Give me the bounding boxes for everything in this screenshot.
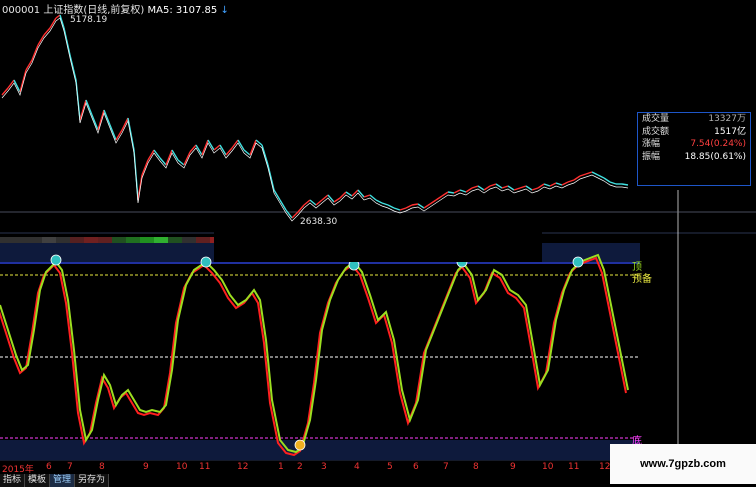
timeline-label: 1 bbox=[278, 462, 284, 472]
price-segment bbox=[411, 203, 419, 206]
chart-title: 000001 上证指数(日线,前复权) MA5: 3107.85 ↓ bbox=[2, 1, 229, 16]
oscillator-lines bbox=[0, 253, 629, 457]
timeline-label: 3 bbox=[321, 462, 327, 472]
oscillator-main-line bbox=[0, 253, 629, 454]
redacted-area bbox=[427, 0, 756, 112]
timeline-label: 10 bbox=[542, 462, 554, 472]
top-band-line bbox=[0, 262, 640, 264]
timeline-label: 8 bbox=[473, 462, 479, 472]
ma5-label: MA5: 3107.85 bbox=[147, 5, 218, 16]
redacted-area-2 bbox=[214, 224, 542, 262]
arrow-down-icon: ↓ bbox=[220, 5, 229, 16]
tab-indicator[interactable]: 指标 bbox=[0, 474, 26, 487]
timeline-label: 4 bbox=[354, 462, 360, 472]
price-segment bbox=[291, 211, 299, 219]
high-price-label: 5178.19 bbox=[70, 15, 108, 25]
timeline-label: 12 bbox=[237, 462, 249, 472]
timeline-label: 7 bbox=[67, 462, 73, 472]
tab-save-as[interactable]: 另存为 bbox=[75, 474, 110, 487]
timeline-label: 9 bbox=[510, 462, 516, 472]
timeline-label: 6 bbox=[413, 462, 419, 472]
prep-label: 预备 bbox=[632, 274, 652, 285]
watermark: www.7gpzb.com bbox=[610, 444, 756, 484]
timeline-label: 5 bbox=[387, 462, 393, 472]
timeline-label: 2 bbox=[297, 462, 303, 472]
bottom-signal-icon bbox=[294, 439, 306, 451]
tab-template[interactable]: 模板 bbox=[25, 474, 51, 487]
top-signal-icon bbox=[200, 256, 212, 268]
price-segment bbox=[447, 191, 455, 194]
timeline-label: 11 bbox=[568, 462, 580, 472]
timeline-label: 7 bbox=[443, 462, 449, 472]
tab-manage[interactable]: 管理 bbox=[50, 474, 76, 487]
indicator-tabs: 指标 模板 管理 另存为 bbox=[0, 474, 110, 487]
price-segment bbox=[621, 183, 629, 186]
top-signal-icon bbox=[50, 254, 62, 266]
timeline-label: 6 bbox=[46, 462, 52, 472]
quote-info-box: 成交量 13327万 成交额 1517亿 涨幅 7.54(0.24%) 振幅 18.85… bbox=[637, 112, 751, 186]
timeline-label: 10 bbox=[176, 462, 188, 472]
timeline-label: 8 bbox=[99, 462, 105, 472]
timeline-label: 9 bbox=[143, 462, 149, 472]
bottom-band bbox=[0, 440, 640, 460]
timeline-label: 11 bbox=[199, 462, 211, 472]
timeline-label: 12 bbox=[599, 462, 611, 472]
top-signal-icon bbox=[572, 256, 584, 268]
